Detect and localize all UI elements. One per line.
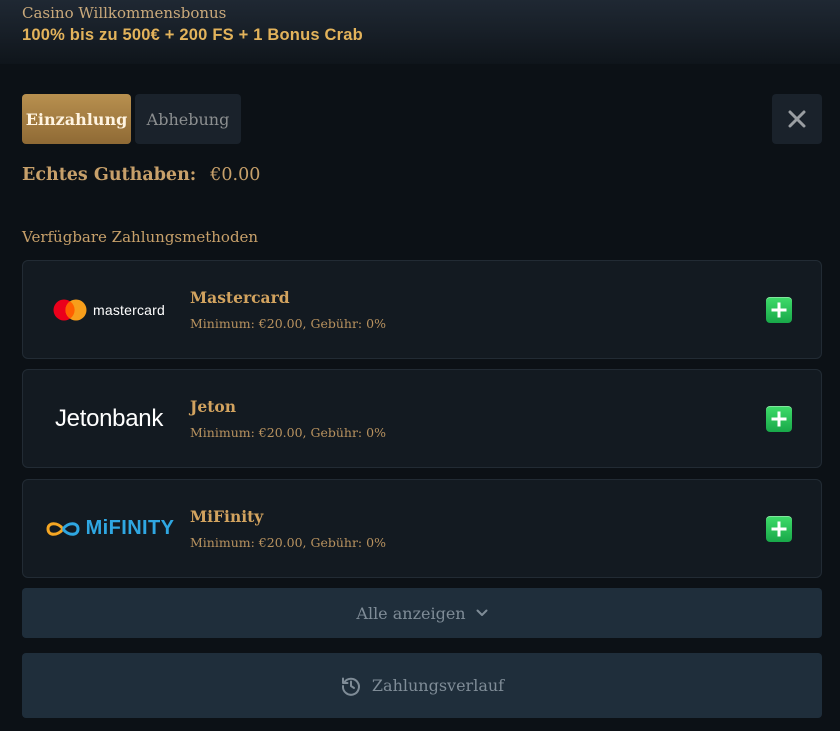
show-all-button[interactable]: Alle anzeigen: [22, 588, 822, 638]
tab-einzahlung[interactable]: Einzahlung: [22, 94, 131, 144]
real-balance: Echtes Guthaben: €0.00: [22, 165, 260, 185]
plus-icon: [771, 411, 787, 427]
balance-label: Echtes Guthaben:: [22, 165, 197, 185]
method-info: Minimum: €20.00, Gebühr: 0%: [190, 535, 386, 550]
method-name: Mastercard: [190, 288, 290, 307]
payment-history-button[interactable]: Zahlungsverlauf: [22, 653, 822, 718]
bonus-label: Casino Willkommensbonus: [22, 4, 227, 22]
mastercard-circles-icon: [53, 299, 87, 320]
history-label: Zahlungsverlauf: [371, 676, 505, 695]
jetonbank-logo-text: Jetonbank: [54, 404, 164, 432]
close-icon: [788, 110, 806, 128]
payment-tabs: Einzahlung Abhebung: [22, 94, 241, 144]
jetonbank-logo: Jetonbank: [39, 370, 179, 467]
tab-abhebung[interactable]: Abhebung: [135, 94, 241, 144]
show-all-label: Alle anzeigen: [356, 603, 466, 623]
payment-method-mifinity[interactable]: MiFINITY MiFinity Minimum: €20.00, Gebüh…: [22, 479, 822, 578]
mastercard-logo: mastercard: [39, 261, 179, 358]
mastercard-logo-text: mastercard: [92, 301, 166, 318]
close-button[interactable]: [772, 94, 822, 144]
chevron-down-icon: [476, 609, 488, 616]
deposit-modal: Casino Willkommensbonus 100% bis zu 500€…: [0, 0, 840, 731]
history-icon: [341, 677, 360, 696]
add-method-button[interactable]: [766, 516, 792, 542]
payment-method-mastercard[interactable]: mastercard Mastercard Minimum: €20.00, G…: [22, 260, 822, 359]
plus-icon: [771, 302, 787, 318]
bonus-title: 100% bis zu 500€ + 200 FS + 1 Bonus Crab: [22, 26, 363, 44]
bonus-banner: Casino Willkommensbonus 100% bis zu 500€…: [0, 0, 840, 64]
mifinity-logo-text: MiFINITY: [85, 517, 175, 539]
method-name: MiFinity: [190, 507, 264, 526]
add-method-button[interactable]: [766, 297, 792, 323]
method-info: Minimum: €20.00, Gebühr: 0%: [190, 425, 386, 440]
method-info: Minimum: €20.00, Gebühr: 0%: [190, 316, 386, 331]
mifinity-logo: MiFINITY: [39, 480, 179, 577]
method-name: Jeton: [190, 397, 236, 416]
payment-methods-title: Verfügbare Zahlungsmethoden: [22, 228, 259, 246]
add-method-button[interactable]: [766, 406, 792, 432]
infinity-icon: [46, 521, 80, 536]
plus-icon: [771, 521, 787, 537]
payment-method-jeton[interactable]: Jetonbank Jeton Minimum: €20.00, Gebühr:…: [22, 369, 822, 468]
balance-value: €0.00: [210, 165, 261, 185]
